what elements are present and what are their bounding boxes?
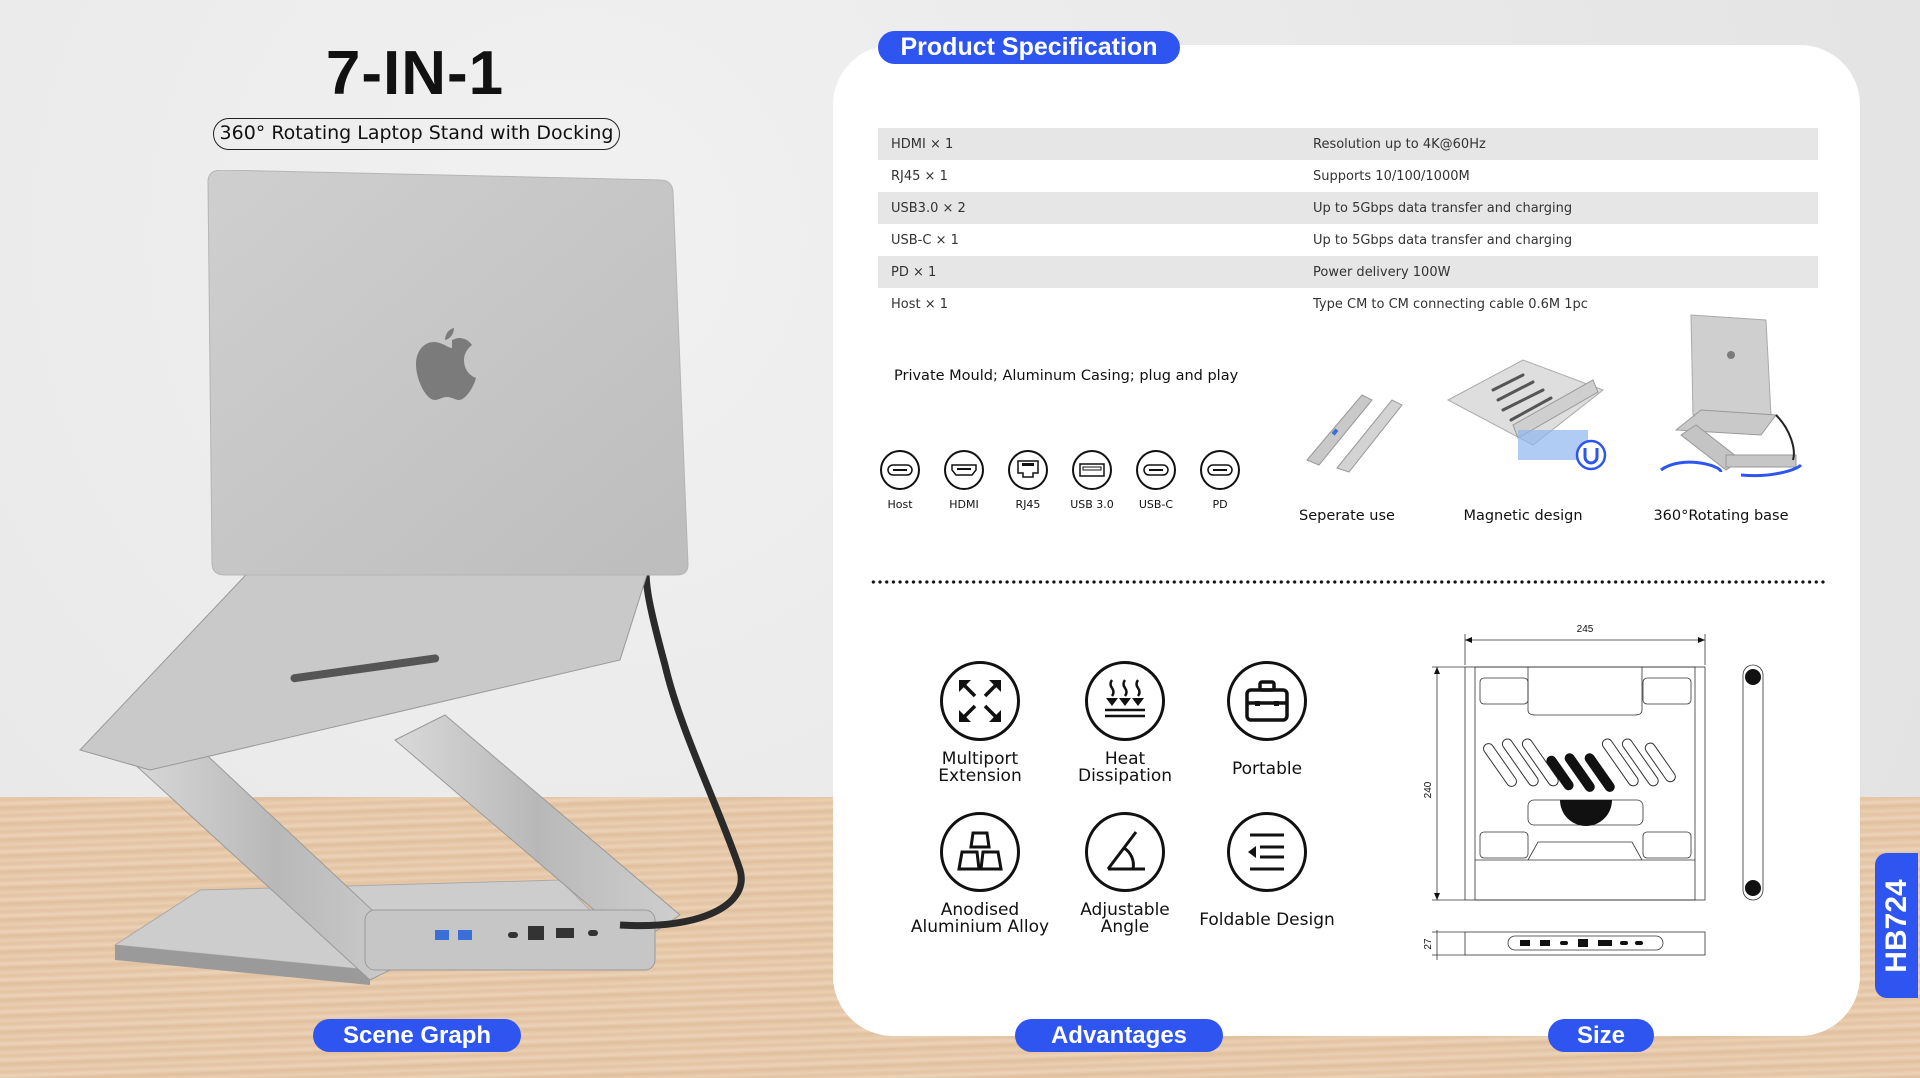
table-row: RJ45 × 1 Supports 10/100/1000M: [878, 160, 1818, 192]
ingots-icon: [940, 812, 1020, 892]
features-tagline: Private Mould; Aluminum Casing; plug and…: [894, 368, 1239, 384]
spec-description: Up to 5Gbps data transfer and charging: [1313, 200, 1573, 216]
feature-separate-use: Seperate use: [1247, 320, 1447, 524]
magnetic-stand-image: [1423, 320, 1623, 490]
port-label: USB-C: [1138, 498, 1174, 511]
size-technical-drawing: 245 240 27: [1423, 624, 1764, 960]
spec-port: Host × 1: [891, 296, 949, 312]
label-line: Foldable Design: [1199, 910, 1335, 930]
advantage-label: Heat Dissipation: [1050, 751, 1200, 785]
feature-label: Magnetic design: [1463, 508, 1583, 524]
spec-description: Supports 10/100/1000M: [1313, 168, 1470, 184]
port-icons: Host HDMI RJ45 USB 3.0 USB-C PD: [880, 450, 1240, 511]
port-usb3: USB 3.0: [1070, 450, 1114, 511]
model-number-badge: HB724: [1875, 853, 1918, 998]
advantage-multiport: Multiport Extension: [905, 661, 1055, 785]
label-line: Extension: [938, 766, 1022, 786]
spec-description: Power delivery 100W: [1313, 264, 1451, 280]
spec-port: PD × 1: [891, 264, 937, 280]
spec-description: Type CM to CM connecting cable 0.6M 1pc: [1313, 296, 1588, 312]
usb-c-port-icon: [1200, 450, 1240, 490]
advantage-heat-dissipation: Heat Dissipation: [1050, 661, 1200, 785]
usb-c-port-icon: [1136, 450, 1176, 490]
table-row: USB-C × 1 Up to 5Gbps data transfer and c…: [878, 224, 1818, 256]
scene-laptop-stand-image: [79, 170, 745, 985]
rotating-stand-image: [1621, 314, 1821, 490]
heat-icon: [1085, 661, 1165, 741]
port-label: PD: [1212, 498, 1228, 511]
spec-port: RJ45 × 1: [891, 168, 948, 184]
table-row: HDMI × 1 Resolution up to 4K@60Hz: [878, 128, 1818, 160]
advantage-label: Adjustable Angle: [1050, 902, 1200, 936]
spec-port: USB3.0 × 2: [891, 200, 966, 216]
port-hdmi: HDMI: [944, 450, 984, 511]
usb-a-port-icon: [1072, 450, 1112, 490]
spec-table: HDMI × 1 Resolution up to 4K@60Hz RJ45 × …: [878, 128, 1818, 320]
product-title: 7-IN-1: [325, 39, 505, 108]
advantage-label: Multiport Extension: [905, 751, 1055, 785]
advantage-adjustable-angle: Adjustable Angle: [1050, 812, 1200, 936]
feature-label: 360°Rotating base: [1653, 508, 1789, 524]
label-line: Aluminium Alloy: [910, 917, 1050, 937]
model-number: HB724: [1879, 878, 1913, 973]
dimension-height: 27: [1423, 938, 1434, 950]
fold-icon: [1227, 812, 1307, 892]
table-row: PD × 1 Power delivery 100W: [878, 256, 1818, 288]
feature-magnetic-design: Magnetic design: [1423, 320, 1623, 524]
product-subtitle: 360° Rotating Laptop Stand with Docking: [213, 118, 620, 150]
dotted-divider: [870, 580, 1827, 584]
angle-icon: [1085, 812, 1165, 892]
briefcase-icon: [1227, 661, 1307, 741]
expand-arrows-icon: [940, 661, 1020, 741]
port-label: RJ45: [1015, 498, 1041, 511]
advantage-label: Anodised Aluminium Alloy: [905, 902, 1055, 936]
port-usb-c: USB-C: [1136, 450, 1176, 511]
separate-hub-image: [1247, 320, 1447, 490]
label-line: Angle: [1100, 917, 1150, 937]
port-rj45: RJ45: [1008, 450, 1048, 511]
hdmi-port-icon: [944, 450, 984, 490]
spec-description: Resolution up to 4K@60Hz: [1313, 136, 1486, 152]
spec-port: HDMI × 1: [891, 136, 954, 152]
advantage-label: Foldable Design: [1192, 912, 1342, 929]
scene-graph-label: Scene Graph: [313, 1019, 521, 1052]
feature-rotating-base: 360°Rotating base: [1621, 314, 1821, 524]
dimension-depth: 240: [1423, 781, 1434, 798]
port-label: HDMI: [949, 498, 979, 511]
spec-port: USB-C × 1: [891, 232, 959, 248]
label-line: Dissipation: [1077, 766, 1173, 786]
usb-c-port-icon: [880, 450, 920, 490]
rj45-port-icon: [1008, 450, 1048, 490]
dimension-width: 245: [1577, 624, 1594, 635]
product-specification-heading: Product Specification: [878, 31, 1180, 64]
size-label: Size: [1548, 1019, 1654, 1052]
table-row: USB3.0 × 2 Up to 5Gbps data transfer and …: [878, 192, 1818, 224]
advantage-foldable-design: Foldable Design: [1192, 812, 1342, 929]
port-label: Host: [887, 498, 913, 511]
advantages-label: Advantages: [1015, 1019, 1223, 1052]
port-label: USB 3.0: [1070, 498, 1114, 511]
advantage-label: Portable: [1192, 761, 1342, 778]
label-line: Portable: [1231, 759, 1303, 779]
port-host: Host: [880, 450, 920, 511]
advantage-portable: Portable: [1192, 661, 1342, 778]
feature-label: Seperate use: [1299, 508, 1395, 524]
advantage-anodised-alloy: Anodised Aluminium Alloy: [905, 812, 1055, 936]
spec-description: Up to 5Gbps data transfer and charging: [1313, 232, 1573, 248]
port-pd: PD: [1200, 450, 1240, 511]
